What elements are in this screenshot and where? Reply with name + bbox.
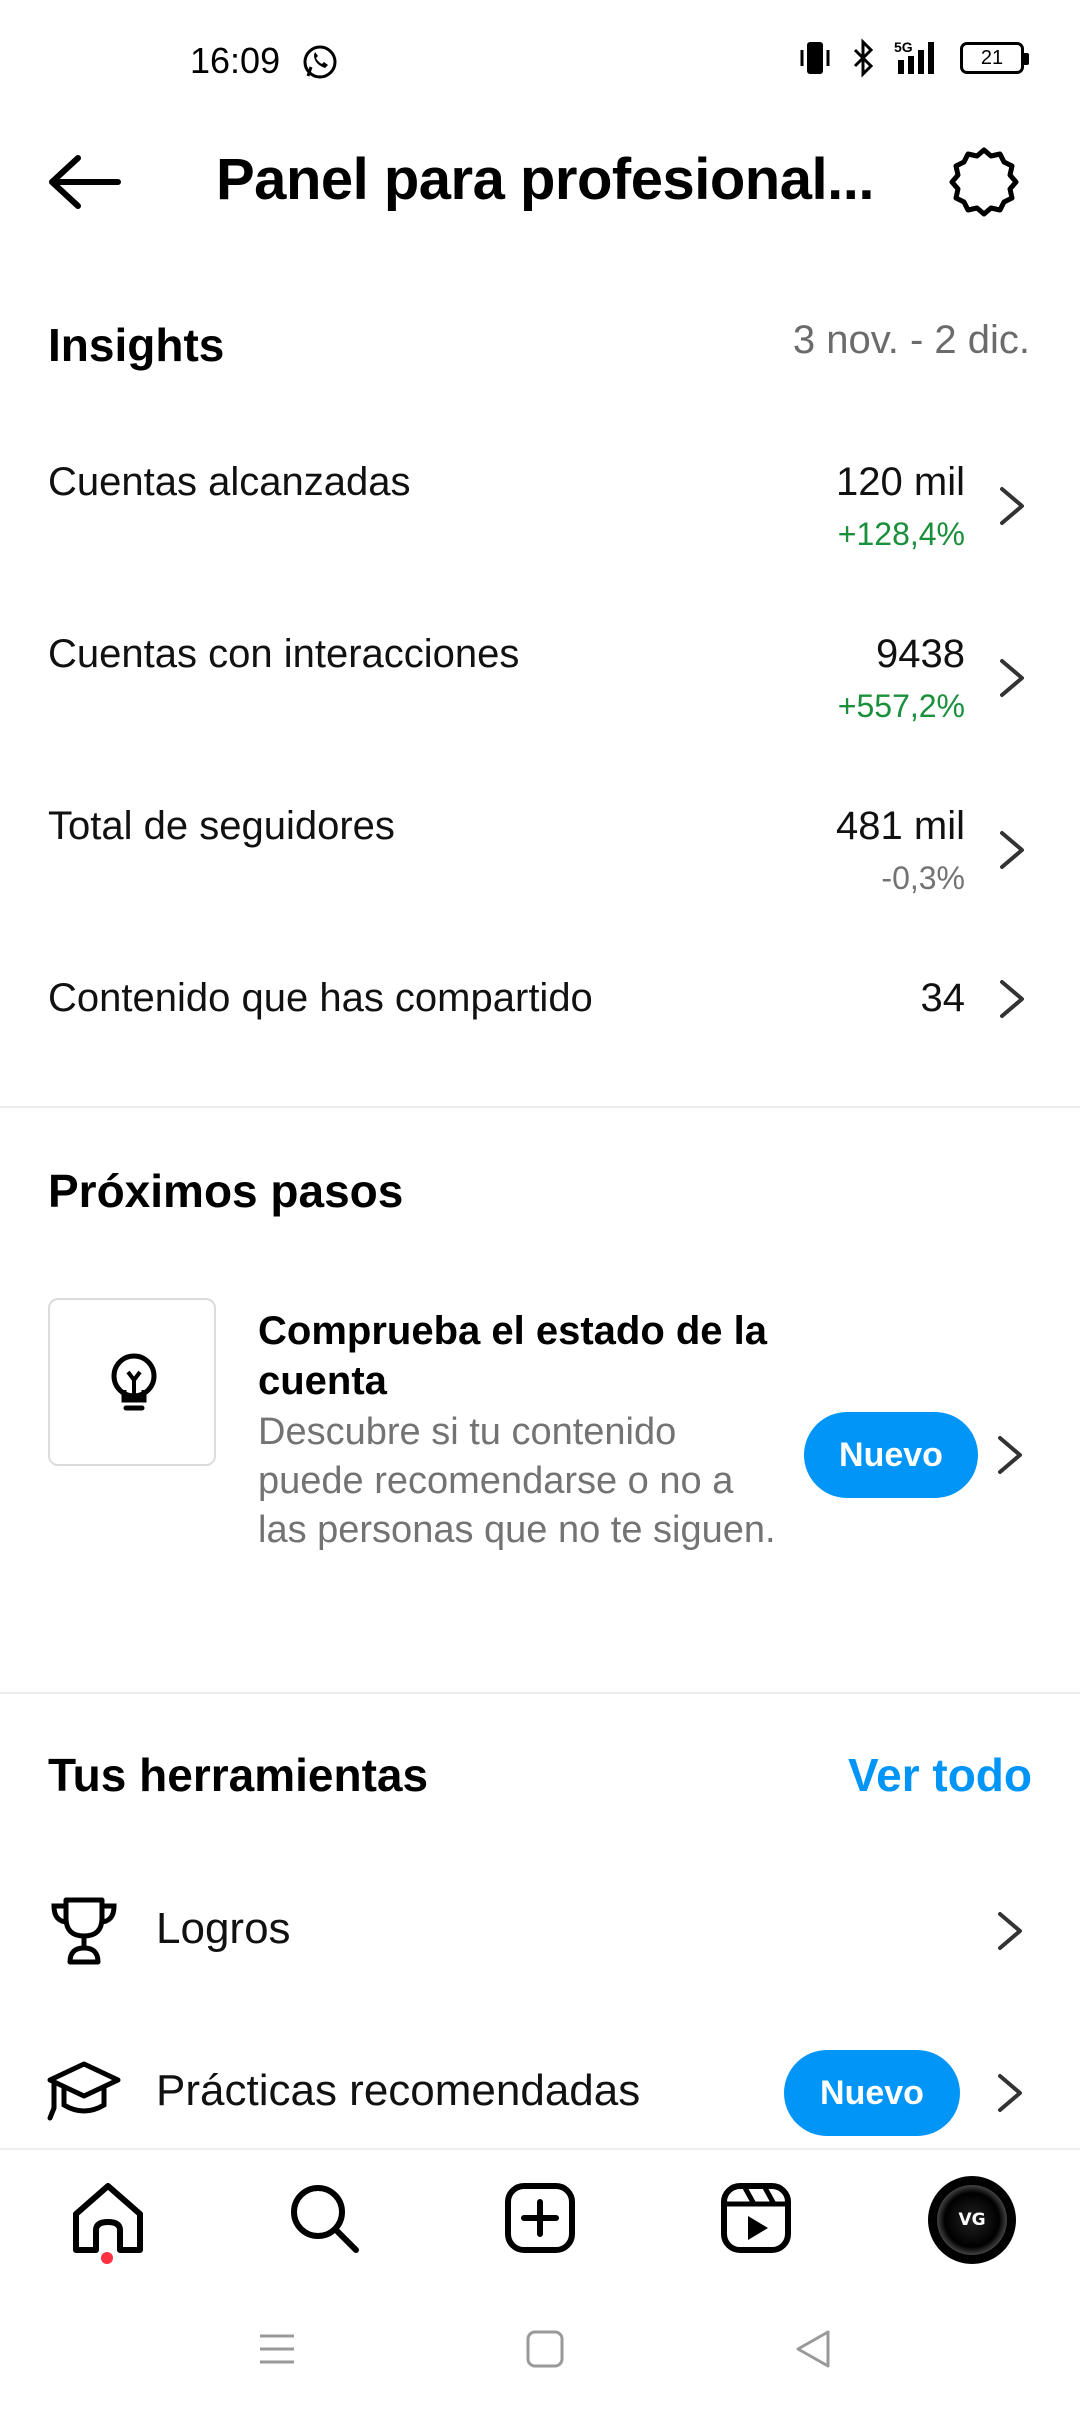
- card-title: Comprueba el estado de la cuenta: [258, 1309, 768, 1403]
- metric-row-reached[interactable]: Cuentas alcanzadas 120 mil +128,4%: [0, 440, 1080, 560]
- page-title: Panel para profesional...: [216, 147, 874, 212]
- trophy-icon: [51, 1897, 117, 1965]
- status-time: 16:09: [190, 40, 281, 81]
- menu-icon[interactable]: [254, 2326, 300, 2372]
- metric-value: 481 mil: [836, 804, 965, 848]
- create-post-icon[interactable]: [500, 2178, 580, 2258]
- insights-title: Insights: [48, 319, 225, 371]
- notification-dot: [101, 2252, 113, 2264]
- graduation-cap-icon: [47, 2061, 121, 2121]
- avatar-image: VG: [937, 2185, 1007, 2255]
- lightbulb-icon-box: [48, 1298, 216, 1466]
- chevron-right-icon: [1000, 980, 1024, 1018]
- chevron-right-icon: [1000, 831, 1024, 869]
- next-steps-title: Próximos pasos: [48, 1165, 404, 1217]
- bluetooth-icon: [853, 38, 874, 78]
- back-triangle-icon[interactable]: [790, 2326, 836, 2372]
- bottom-navigation: VG: [0, 2148, 1080, 2284]
- status-bar: 16:09 5G 21: [0, 0, 1080, 120]
- search-icon[interactable]: [284, 2178, 364, 2258]
- metric-label: Cuentas alcanzadas: [48, 460, 411, 504]
- new-badge: Nuevo: [804, 1412, 978, 1498]
- chevron-right-icon: [1000, 659, 1024, 697]
- system-navigation-bar: [0, 2284, 1080, 2412]
- battery-icon: 21: [960, 42, 1029, 74]
- metric-value: 34: [920, 976, 966, 1020]
- see-all-link[interactable]: Ver todo: [848, 1748, 1032, 1802]
- network-type: 5G: [894, 39, 913, 55]
- signal-icon: 5G: [894, 39, 934, 74]
- metric-row-followers[interactable]: Total de seguidores 481 mil -0,3%: [0, 784, 1080, 904]
- chevron-right-icon: [998, 1436, 1022, 1474]
- card-description: Descubre si tu contenido puede recomenda…: [258, 1411, 776, 1551]
- top-app-bar: Panel para profesional...: [0, 120, 1080, 240]
- back-arrow-icon[interactable]: [40, 150, 130, 214]
- reels-icon[interactable]: [716, 2178, 796, 2258]
- home-icon[interactable]: [68, 2178, 148, 2258]
- chevron-right-icon: [1000, 487, 1024, 525]
- tool-label: Logros: [156, 1904, 291, 1953]
- new-badge: Nuevo: [784, 2050, 960, 2136]
- settings-gear-icon[interactable]: [946, 144, 1022, 220]
- whatsapp-icon: [303, 45, 337, 79]
- vibrate-icon: [800, 42, 830, 74]
- metric-label: Contenido que has compartido: [48, 976, 593, 1020]
- lightbulb-icon: [111, 1353, 157, 1411]
- status-icons: 5G 21: [798, 38, 1029, 78]
- home-square-icon[interactable]: [522, 2326, 568, 2372]
- tools-title: Tus herramientas: [48, 1749, 429, 1801]
- metric-value: 120 mil: [836, 460, 965, 504]
- metric-label: Total de seguidores: [48, 804, 395, 848]
- battery-level: 21: [980, 46, 1004, 69]
- section-divider: [0, 1106, 1080, 1108]
- chevron-right-icon: [998, 2074, 1022, 2112]
- date-range: 3 nov. - 2 dic.: [792, 318, 1030, 362]
- chevron-right-icon: [998, 1912, 1022, 1950]
- metric-change: +557,2%: [837, 688, 965, 724]
- metric-change: +128,4%: [837, 516, 965, 552]
- tool-label: Prácticas recomendadas: [156, 2066, 641, 2115]
- metric-value: 9438: [876, 632, 965, 676]
- metric-row-engaged[interactable]: Cuentas con interacciones 9438 +557,2%: [0, 612, 1080, 732]
- metric-change: -0,3%: [881, 860, 965, 896]
- metric-row-content-shared[interactable]: Contenido que has compartido 34: [0, 956, 1080, 1076]
- section-divider: [0, 1692, 1080, 1694]
- metric-label: Cuentas con interacciones: [48, 632, 520, 676]
- profile-avatar[interactable]: VG: [928, 2176, 1016, 2264]
